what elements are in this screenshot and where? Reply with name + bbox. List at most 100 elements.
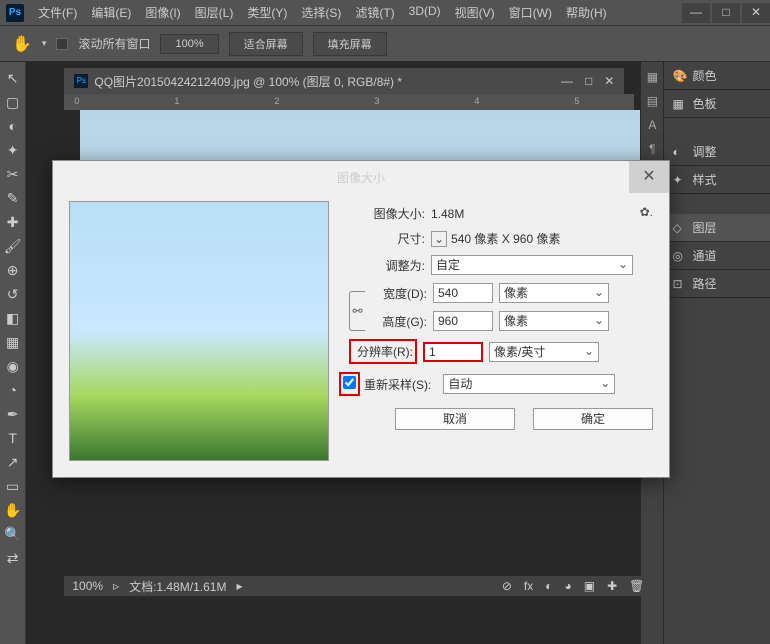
resample-checkbox[interactable] <box>343 376 356 389</box>
tools-panel: ↖ ▢ ◐ ✦ ✂ ✎ ✚ 🖌 ⊕ ↺ ◧ ▦ ◉ ◔ ✒ T ↗ ▭ ✋ 🔍 … <box>0 62 26 644</box>
menu-view[interactable]: 视图(V) <box>449 1 501 24</box>
dropdown-icon[interactable]: ▾ <box>42 38 47 49</box>
width-input[interactable] <box>433 283 493 303</box>
dialog-close-button[interactable]: ✕ <box>629 161 669 193</box>
stamp-tool-icon[interactable]: ⊕ <box>2 262 24 280</box>
zoom-tool-icon[interactable]: 🔍 <box>2 526 24 544</box>
panel-adjustments[interactable]: ◐调整 <box>664 138 770 166</box>
menu-select[interactable]: 选择(S) <box>295 1 347 24</box>
maximize-button[interactable]: □ <box>712 3 740 23</box>
dialog-title: 图像大小 ✕ <box>53 161 669 193</box>
panel-styles[interactable]: ✦样式 <box>664 166 770 194</box>
history-brush-icon[interactable]: ↺ <box>2 286 24 304</box>
panel-channels[interactable]: ◎通道 <box>664 242 770 270</box>
chevron-right-icon[interactable]: ▸ <box>236 579 242 593</box>
dim-dropdown-icon[interactable]: ⌄ <box>431 231 447 247</box>
cancel-button[interactable]: 取消 <box>395 408 515 430</box>
trash-icon[interactable]: 🗑 <box>629 579 644 593</box>
panel-color[interactable]: 🎨颜色 <box>664 62 770 90</box>
document-tab[interactable]: Ps QQ图片20150424212409.jpg @ 100% (图层 0, … <box>64 68 624 94</box>
eraser-tool-icon[interactable]: ◧ <box>2 310 24 328</box>
brush-tool-icon[interactable]: 🖌 <box>2 238 24 256</box>
panel-swatches[interactable]: ▦色板 <box>664 90 770 118</box>
paths-icon: ⊡ <box>672 277 686 291</box>
ps-logo: Ps <box>6 4 24 22</box>
eyedropper-tool-icon[interactable]: ✎ <box>2 190 24 208</box>
menu-image[interactable]: 图像(I) <box>139 1 186 24</box>
channels-icon: ◎ <box>672 249 686 263</box>
options-bar: ✋ ▾ 滚动所有窗口 100% 适合屏幕 填充屏幕 <box>0 26 770 62</box>
shape-tool-icon[interactable]: ▭ <box>2 478 24 496</box>
doc-size-label: 文档:1.48M/1.61M <box>129 578 226 595</box>
fit-select[interactable]: 自定 <box>431 255 633 275</box>
mask-icon[interactable]: ◐ <box>545 579 552 593</box>
height-input[interactable] <box>433 311 493 331</box>
panel-paths[interactable]: ⊡路径 <box>664 270 770 298</box>
link-icon[interactable]: ⊘ <box>502 579 512 593</box>
menu-edit[interactable]: 编辑(E) <box>85 1 137 24</box>
size-value: 1.48M <box>431 207 464 221</box>
crop-tool-icon[interactable]: ✂ <box>2 166 24 184</box>
doc-maximize-icon[interactable]: □ <box>585 74 592 88</box>
new-icon[interactable]: ✚ <box>607 579 617 593</box>
wand-tool-icon[interactable]: ✦ <box>2 142 24 160</box>
actions-panel-icon[interactable]: ▤ <box>641 94 663 118</box>
chevron-right-icon[interactable]: ▹ <box>113 579 119 593</box>
hand-tool-icon[interactable]: ✋ <box>2 502 24 520</box>
fit-label: 调整为: <box>349 257 425 274</box>
status-bar: 100% ▹ 文档:1.48M/1.61M ▸ ⊘ fx ◐ ◕ ▣ ✚ 🗑 <box>64 576 654 596</box>
minimize-button[interactable]: — <box>682 3 710 23</box>
width-unit-select[interactable]: 像素 <box>499 283 609 303</box>
size-label: 图像大小: <box>349 205 425 222</box>
menu-file[interactable]: 文件(F) <box>32 1 83 24</box>
marquee-tool-icon[interactable]: ▢ <box>2 94 24 112</box>
heal-tool-icon[interactable]: ✚ <box>2 214 24 232</box>
gear-icon[interactable]: ✿. <box>640 205 653 219</box>
height-label: 高度(G): <box>369 313 427 330</box>
blur-tool-icon[interactable]: ◉ <box>2 358 24 376</box>
dim-label: 尺寸: <box>349 230 425 247</box>
resolution-unit-select[interactable]: 像素/英寸 <box>489 342 599 362</box>
fx-icon[interactable]: fx <box>524 579 533 593</box>
fill-icon[interactable]: ◕ <box>564 579 571 593</box>
fill-screen-button[interactable]: 填充屏幕 <box>313 32 387 56</box>
folder-icon[interactable]: ▣ <box>584 579 595 593</box>
type-tool-icon[interactable]: T <box>2 430 24 448</box>
menu-layer[interactable]: 图层(L) <box>189 1 240 24</box>
ok-button[interactable]: 确定 <box>533 408 653 430</box>
zoom-level[interactable]: 100% <box>72 579 103 593</box>
menu-filter[interactable]: 滤镜(T) <box>349 1 400 24</box>
scroll-all-checkbox[interactable] <box>56 38 68 50</box>
window-controls: — □ ✕ <box>680 3 770 23</box>
char-panel-icon[interactable]: A <box>641 118 663 142</box>
horizontal-ruler: 0 1 2 3 4 5 <box>64 94 634 110</box>
fit-screen-button[interactable]: 适合屏幕 <box>229 32 303 56</box>
swatches-icon: ▦ <box>672 97 686 111</box>
history-panel-icon[interactable]: ▦ <box>641 70 663 94</box>
dodge-tool-icon[interactable]: ◔ <box>2 382 24 400</box>
gradient-tool-icon[interactable]: ▦ <box>2 334 24 352</box>
move-tool-icon[interactable]: ↖ <box>2 70 24 88</box>
menu-help[interactable]: 帮助(H) <box>560 1 613 24</box>
hand-tool-icon: ✋ <box>12 34 32 54</box>
resolution-label: 分辨率(R): <box>349 339 417 364</box>
doc-minimize-icon[interactable]: — <box>561 74 573 88</box>
resample-select[interactable]: 自动 <box>443 374 615 394</box>
lasso-tool-icon[interactable]: ◐ <box>2 118 24 136</box>
zoom-100-button[interactable]: 100% <box>160 34 218 54</box>
pen-tool-icon[interactable]: ✒ <box>2 406 24 424</box>
doc-close-icon[interactable]: ✕ <box>604 74 614 88</box>
image-size-dialog: 图像大小 ✕ ✿. 图像大小:1.48M 尺寸:⌄540 像素 X 960 像素… <box>52 160 670 478</box>
menu-3d[interactable]: 3D(D) <box>403 1 447 24</box>
color-swap-icon[interactable]: ⇄ <box>2 550 24 568</box>
panel-layers[interactable]: ◇图层 <box>664 214 770 242</box>
menu-window[interactable]: 窗口(W) <box>503 1 558 24</box>
constrain-link-icon[interactable]: ⚯ <box>349 291 365 331</box>
styles-icon: ✦ <box>672 173 686 187</box>
close-button[interactable]: ✕ <box>742 3 770 23</box>
path-select-icon[interactable]: ↗ <box>2 454 24 472</box>
height-unit-select[interactable]: 像素 <box>499 311 609 331</box>
menu-type[interactable]: 类型(Y) <box>241 1 293 24</box>
resolution-input[interactable] <box>423 342 483 362</box>
right-panels: 🎨颜色 ▦色板 ◐调整 ✦样式 ◇图层 ◎通道 ⊡路径 <box>663 62 770 644</box>
